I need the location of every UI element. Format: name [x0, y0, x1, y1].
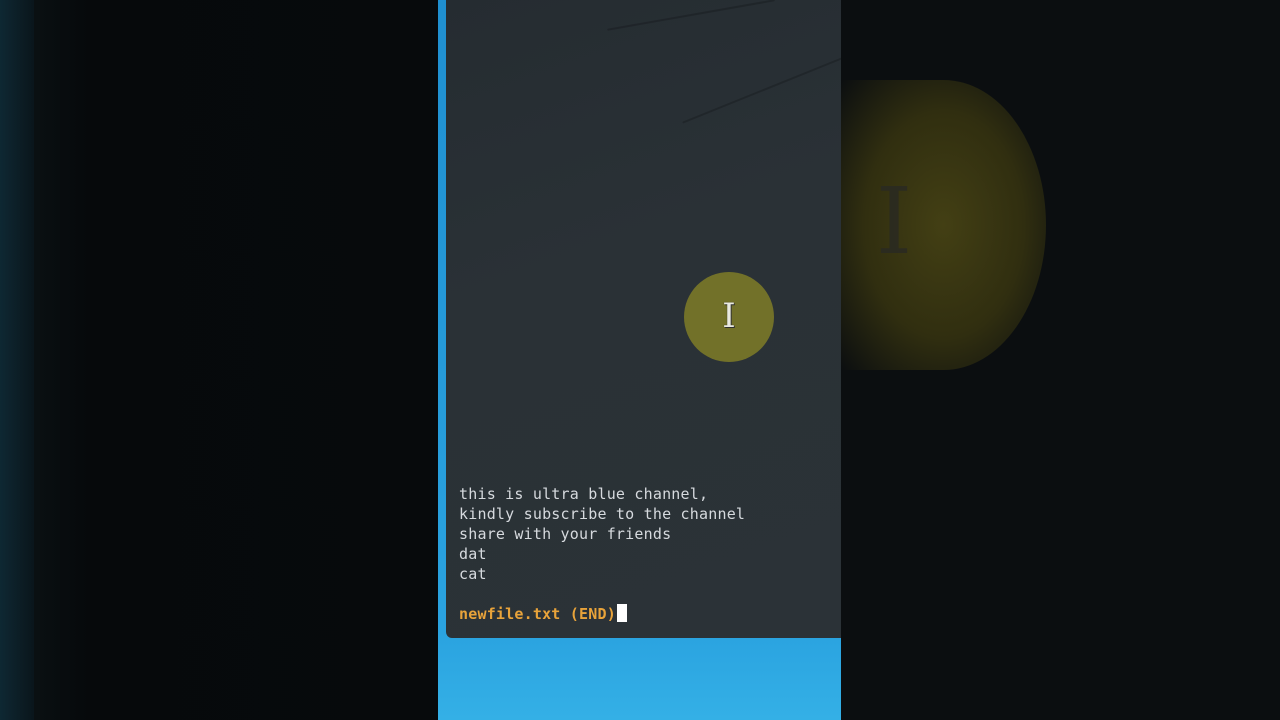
- output-line: share with your friends: [459, 525, 672, 543]
- pager-output[interactable]: this is ultra blue channel, kindly subsc…: [459, 484, 829, 624]
- terminal-window[interactable]: I this is ultra blue channel, kindly sub…: [446, 0, 841, 638]
- screen-recording: I this is ultra blue channel, kindly sub…: [438, 0, 841, 720]
- blurred-ibeam-icon: I: [875, 168, 913, 275]
- output-line: kindly subscribe to the channel: [459, 505, 746, 523]
- blurred-background-left: [0, 0, 438, 720]
- pager-status-line: newfile.txt (END): [459, 604, 829, 624]
- output-line: dat: [459, 545, 487, 563]
- background-streak: [607, 0, 775, 31]
- output-line: this is ultra blue channel,: [459, 485, 709, 503]
- blurred-pointer-highlight: [841, 80, 1046, 370]
- background-streak: [682, 54, 841, 124]
- text-caret: [616, 604, 627, 622]
- ibeam-cursor-icon: I: [722, 296, 736, 336]
- output-line: cat: [459, 565, 487, 583]
- pager-status-text: newfile.txt (END): [459, 605, 616, 623]
